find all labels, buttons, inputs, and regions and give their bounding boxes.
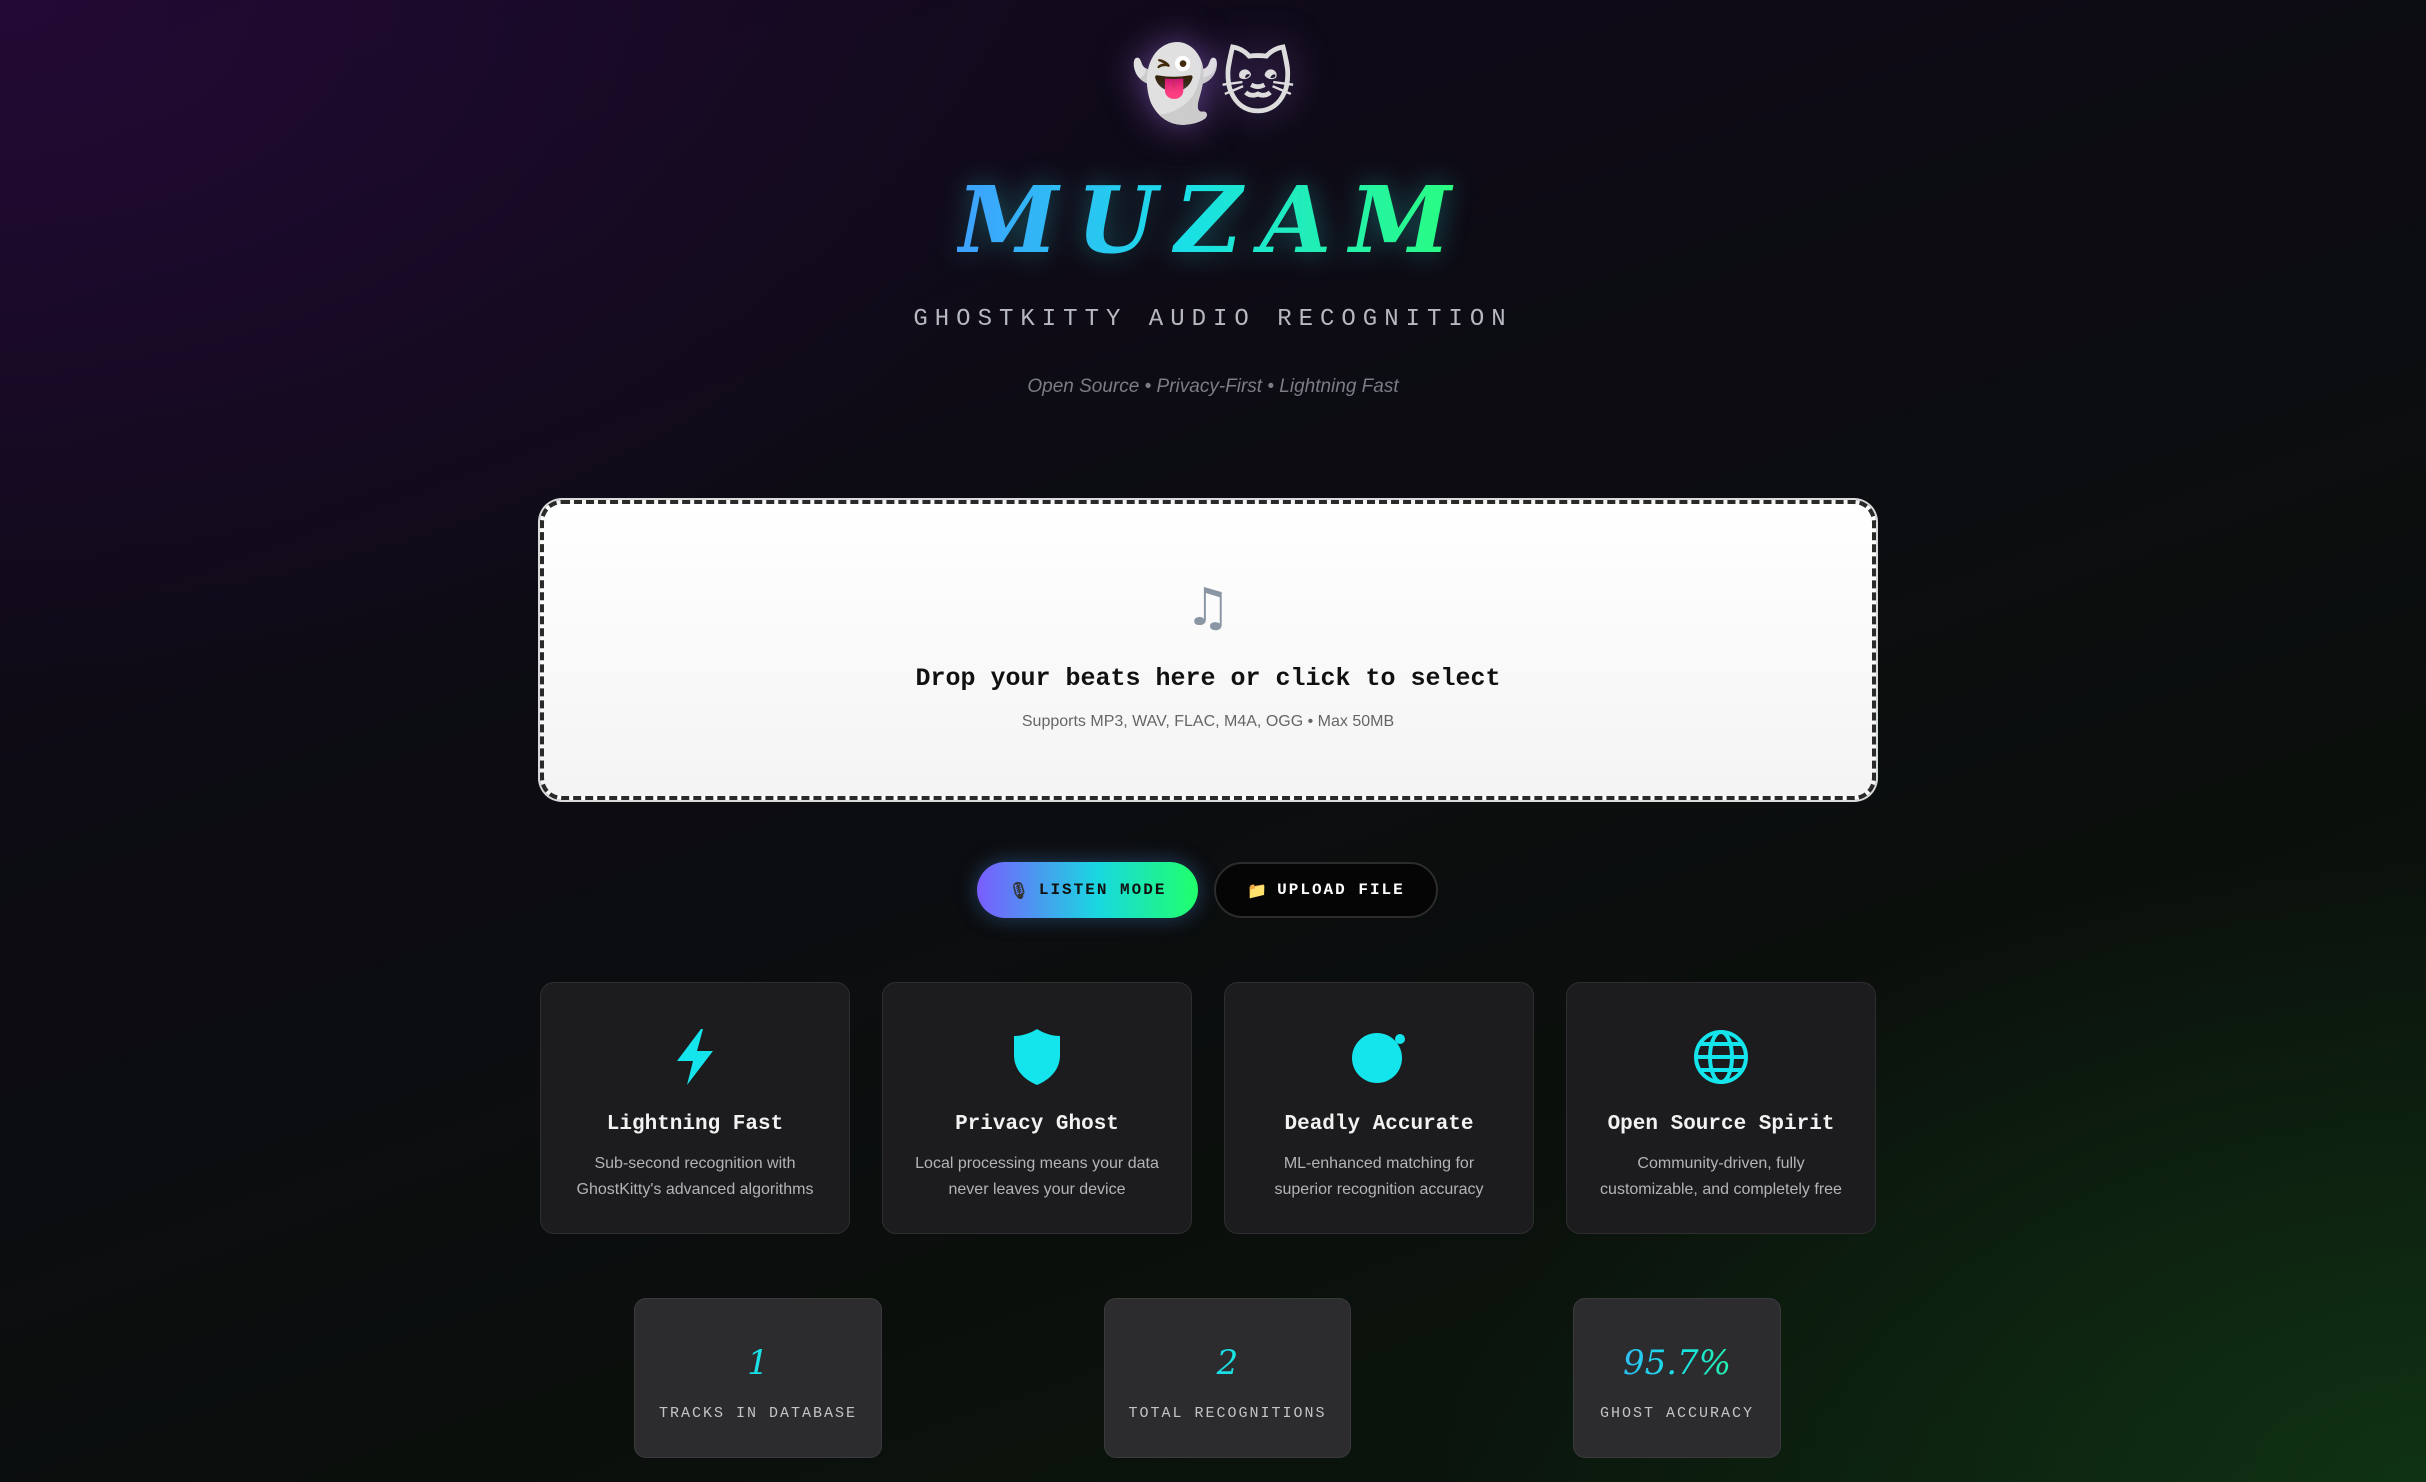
stat-card-tracks: 1 TRACKS IN DATABASE — [634, 1298, 882, 1458]
feature-description: ML-enhanced matching for superior recogn… — [1274, 1155, 1484, 1198]
stat-card-accuracy: 95.7% GHOST ACCURACY — [1573, 1298, 1781, 1458]
mascots: 👻🐱 — [0, 38, 2426, 128]
stat-label: GHOST ACCURACY — [1599, 1405, 1755, 1422]
feature-title: Deadly Accurate — [1284, 1113, 1474, 1136]
stat-value: 95.7% — [1574, 1343, 1780, 1383]
feature-card-privacy: Privacy Ghost Local processing means you… — [882, 982, 1192, 1234]
upload-file-button[interactable]: 📁 UPLOAD FILE — [1214, 862, 1438, 918]
stat-value: 2 — [1105, 1343, 1350, 1383]
stat-label: TOTAL RECOGNITIONS — [1128, 1405, 1327, 1422]
listen-mode-label: LISTEN MODE — [1038, 881, 1167, 899]
feature-card-lightning: Lightning Fast Sub-second recognition wi… — [540, 982, 850, 1234]
listen-mode-button[interactable]: 🎙 LISTEN MODE — [977, 862, 1198, 918]
microphone-icon: 🎙 — [1008, 880, 1029, 900]
lightning-icon — [541, 1025, 849, 1089]
stat-card-recognitions: 2 TOTAL RECOGNITIONS — [1104, 1298, 1351, 1458]
ghost-icon: 👻 — [1130, 41, 1221, 125]
feature-description: Community-driven, fully customizable, an… — [1600, 1155, 1842, 1198]
upload-file-label: UPLOAD FILE — [1277, 881, 1405, 899]
dropzone-subtitle: Supports MP3, WAV, FLAC, M4A, OGG • Max … — [1021, 713, 1395, 730]
feature-title: Privacy Ghost — [955, 1113, 1119, 1136]
feature-title: Lightning Fast — [606, 1113, 784, 1136]
feature-card-open-source: Open Source Spirit Community-driven, ful… — [1566, 982, 1876, 1234]
file-dropzone[interactable]: ♫ Drop your beats here or click to selec… — [540, 500, 1876, 800]
feature-description: Sub-second recognition with GhostKitty's… — [576, 1155, 814, 1198]
feature-description: Local processing means your data never l… — [915, 1155, 1159, 1198]
target-icon — [1225, 1025, 1533, 1089]
stat-label: TRACKS IN DATABASE — [658, 1405, 858, 1422]
app-subtitle: GHOSTKITTY AUDIO RECOGNITION — [913, 306, 1513, 333]
app-tagline: Open Source • Privacy-First • Lightning … — [1027, 376, 1399, 397]
cat-icon: 🐱 — [1220, 41, 1296, 125]
feature-card-accuracy: Deadly Accurate ML-enhanced matching for… — [1224, 982, 1534, 1234]
folder-icon: 📁 — [1247, 880, 1268, 900]
dropzone-title: Drop your beats here or click to select — [915, 664, 1501, 693]
app-title: MUZAM — [956, 166, 1470, 274]
shield-icon — [883, 1025, 1191, 1089]
stat-value: 1 — [635, 1343, 881, 1383]
music-note-icon: ♫ — [1184, 578, 1232, 638]
feature-title: Open Source Spirit — [1607, 1113, 1835, 1136]
globe-icon — [1567, 1025, 1875, 1089]
